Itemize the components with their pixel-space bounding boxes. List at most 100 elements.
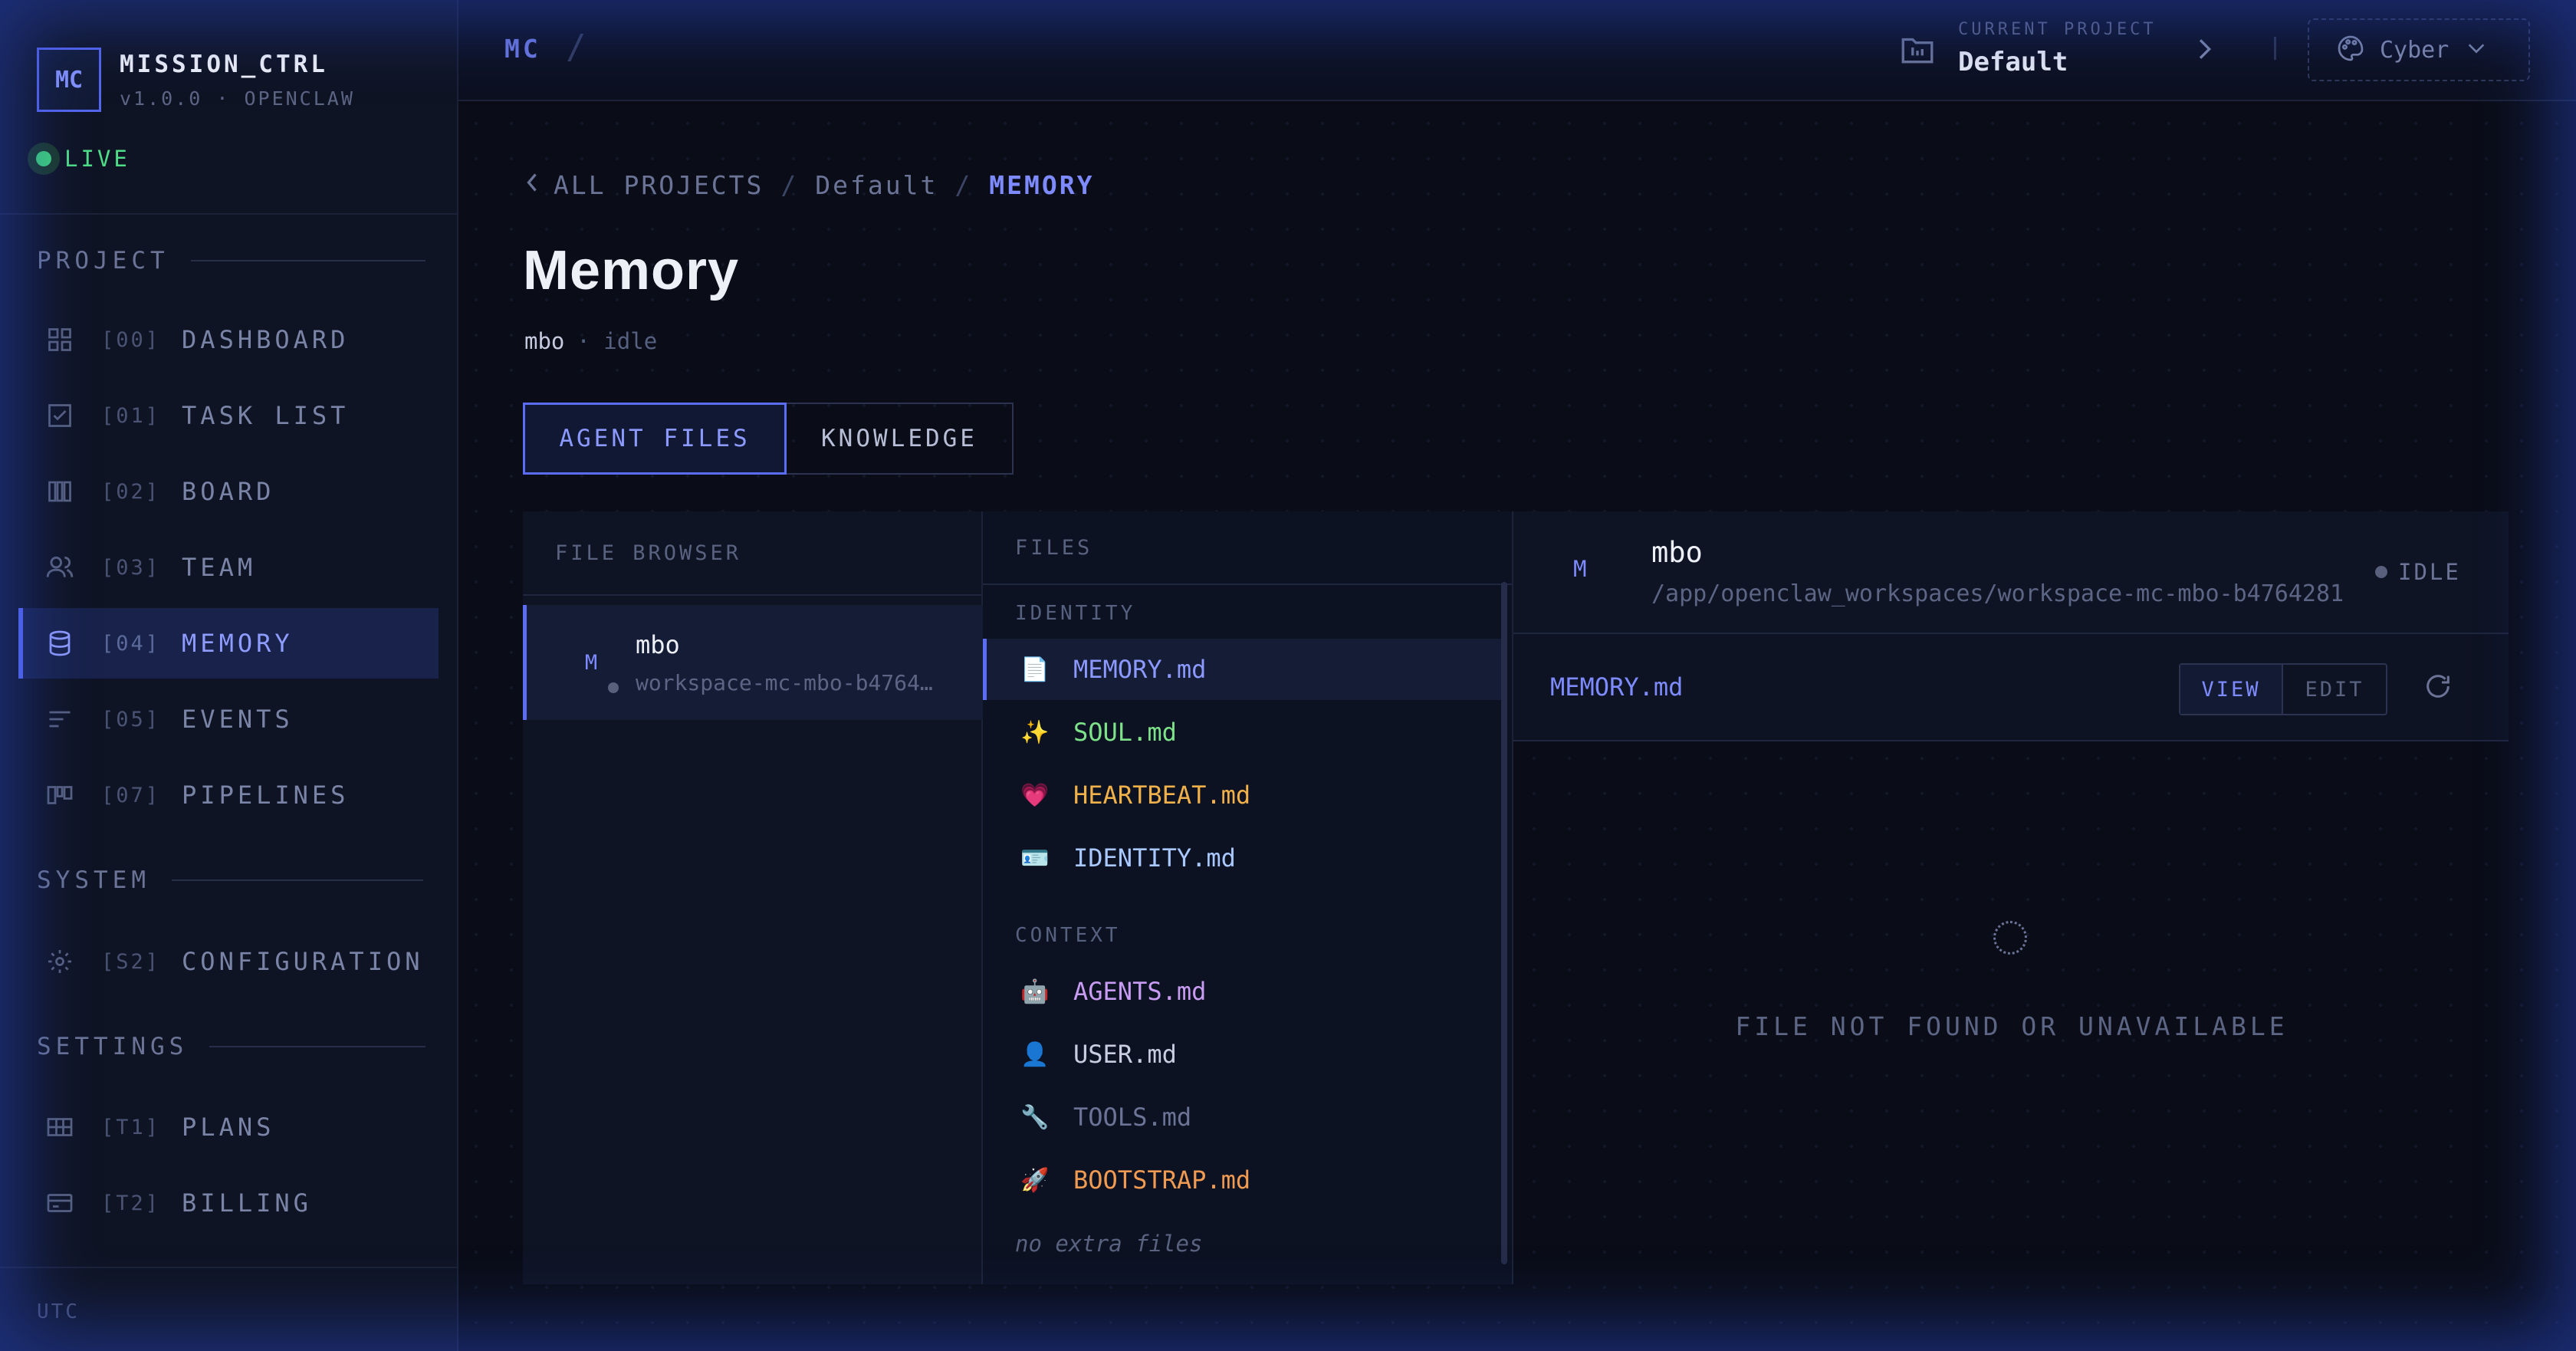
nav-label: EVENTS	[182, 705, 294, 734]
topbar-crumb[interactable]: MC	[504, 34, 541, 64]
avatar: M	[567, 638, 619, 693]
file-user[interactable]: 👤 USER.md	[983, 1024, 1501, 1085]
edit-button[interactable]: EDIT	[2283, 665, 2386, 714]
sidebar-item-memory[interactable]: [04] MEMORY	[18, 608, 439, 679]
file-name: MEMORY.md	[1073, 655, 1207, 684]
file-toolbar: MEMORY.md VIEW EDIT	[1513, 634, 2509, 741]
gear-icon	[44, 946, 75, 977]
pipeline-icon	[44, 780, 75, 810]
live-label: LIVE	[64, 146, 130, 172]
topbar-divider	[2274, 37, 2276, 60]
file-heartbeat[interactable]: 💗 HEARTBEAT.md	[983, 764, 1501, 826]
sidebar-item-dashboard[interactable]: [00] DASHBOARD	[18, 304, 439, 375]
agent-workspace-item[interactable]: M mbo workspace-mc-mbo-b4764281	[523, 605, 983, 720]
refresh-icon[interactable]	[2423, 671, 2456, 705]
file-name: SOUL.md	[1073, 718, 1177, 747]
nav-code: [00]	[101, 327, 161, 352]
section-title: SETTINGS	[37, 1033, 189, 1060]
table-icon	[44, 1112, 75, 1142]
sidebar-divider	[0, 1267, 458, 1268]
file-name: BOOTSTRAP.md	[1073, 1165, 1251, 1195]
project-switcher[interactable]: CURRENT PROJECT Default	[1898, 20, 2157, 77]
database-icon	[44, 628, 75, 659]
nav-label: BOARD	[182, 477, 275, 506]
nav-label: MEMORY	[182, 629, 294, 658]
nav-label: TASK LIST	[182, 401, 350, 430]
sidebar-item-events[interactable]: [05] EVENTS	[18, 684, 439, 754]
sidebar-divider	[0, 213, 458, 215]
agent-name: mbo	[524, 328, 565, 354]
status-badge: IDLE	[2375, 559, 2461, 585]
sidebar-item-configuration[interactable]: [S2] CONFIGURATION	[18, 926, 439, 997]
nav-label: CONFIGURATION	[182, 947, 424, 976]
workspace-path: /app/openclaw_workspaces/workspace-mc-mb…	[1651, 580, 2344, 607]
nav-code: [05]	[101, 707, 161, 731]
file-agents[interactable]: 🤖 AGENTS.md	[983, 961, 1501, 1022]
breadcrumb-all-projects[interactable]: ALL PROJECTS	[554, 170, 764, 200]
nav-code: [S2]	[101, 949, 161, 974]
breadcrumb-project[interactable]: Default	[815, 170, 938, 200]
theme-selector[interactable]: Cyber	[2308, 18, 2530, 81]
status-dot-icon	[2375, 566, 2387, 578]
breadcrumb-separator: /	[780, 170, 799, 200]
nav-code: [T1]	[101, 1115, 161, 1139]
rocket-icon: 🚀	[1020, 1166, 1050, 1194]
project-label: CURRENT PROJECT	[1958, 20, 2157, 39]
sidebar-item-pipelines[interactable]: [07] PIPELINES	[18, 760, 439, 830]
project-name: Default	[1958, 47, 2068, 77]
brand-logo: MC	[37, 48, 101, 112]
nav-code: [T2]	[101, 1191, 161, 1215]
agent-name: mbo	[636, 629, 680, 659]
view-mode-toggle: VIEW EDIT	[2179, 663, 2387, 715]
no-extra-files-note: no extra files	[1015, 1231, 1203, 1257]
tab-agent-files[interactable]: AGENT FILES	[523, 403, 787, 475]
nav-code: [07]	[101, 783, 161, 807]
brand-version: v1.0.0 · OPENCLAW	[120, 87, 355, 110]
avatar: M	[1573, 556, 1587, 582]
file-memory[interactable]: 📄 MEMORY.md	[983, 639, 1501, 700]
nav-label: PLANS	[182, 1113, 275, 1142]
sidebar-item-board[interactable]: [02] BOARD	[18, 456, 439, 527]
file-tools[interactable]: 🔧 TOOLS.md	[983, 1086, 1501, 1148]
view-button[interactable]: VIEW	[2180, 665, 2283, 714]
agent-name: mbo	[1651, 536, 1703, 569]
file-name: USER.md	[1073, 1040, 1177, 1069]
brand-name: MISSION_CTRL	[120, 51, 328, 78]
timezone-label: UTC	[37, 1300, 80, 1323]
card-icon	[44, 1188, 75, 1218]
chevron-right-icon[interactable]	[2193, 34, 2216, 67]
avatar-letter: M	[584, 650, 598, 675]
sidebar-item-billing[interactable]: [T2] BILLING	[18, 1168, 439, 1238]
file-identity[interactable]: 🪪 IDENTITY.md	[983, 827, 1501, 889]
tab-knowledge[interactable]: KNOWLEDGE	[787, 403, 1014, 475]
sidebar-item-plans[interactable]: [T1] PLANS	[18, 1092, 439, 1162]
files-scrollbar[interactable]	[1501, 582, 1507, 1264]
nav-code: [01]	[101, 403, 161, 428]
users-icon	[44, 552, 75, 583]
loading-spinner-icon	[1993, 921, 2027, 955]
agent-workspace: workspace-mc-mbo-b4764281	[636, 669, 942, 695]
nav-label: BILLING	[182, 1188, 312, 1218]
file-name: IDENTITY.md	[1073, 843, 1236, 873]
brand[interactable]: MC MISSION_CTRL v1.0.0 · OPENCLAW	[37, 48, 355, 112]
palette-icon	[2335, 33, 2366, 67]
sidebar: MC MISSION_CTRL v1.0.0 · OPENCLAW LIVE P…	[0, 0, 458, 1351]
sparkles-icon: ✨	[1020, 718, 1050, 746]
files-header: FILES	[983, 511, 1512, 585]
live-dot-icon	[28, 143, 60, 175]
file-soul[interactable]: ✨ SOUL.md	[983, 702, 1501, 763]
breadcrumb: ALL PROJECTS / Default / MEMORY	[524, 170, 1094, 200]
file-detail-panel: M mbo /app/openclaw_workspaces/workspace…	[1512, 511, 2509, 1284]
lines-icon	[44, 704, 75, 735]
file-bootstrap[interactable]: 🚀 BOOTSTRAP.md	[983, 1149, 1501, 1211]
section-settings: SETTINGS	[37, 1033, 426, 1060]
chevron-left-icon[interactable]	[524, 170, 540, 200]
document-icon: 📄	[1020, 656, 1050, 683]
status-label: IDLE	[2398, 559, 2461, 585]
sidebar-item-task-list[interactable]: [01] TASK LIST	[18, 380, 439, 451]
group-identity: IDENTITY	[1015, 602, 1136, 625]
sidebar-item-team[interactable]: [03] TEAM	[18, 532, 439, 603]
grid-icon	[44, 324, 75, 355]
file-name: AGENTS.md	[1073, 977, 1207, 1006]
file-name: HEARTBEAT.md	[1073, 781, 1251, 810]
